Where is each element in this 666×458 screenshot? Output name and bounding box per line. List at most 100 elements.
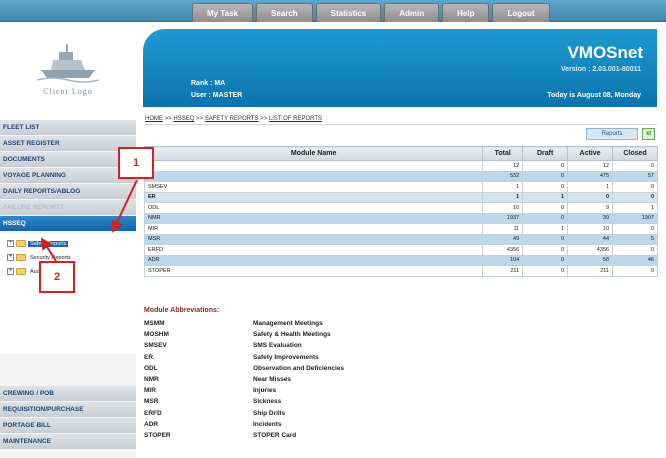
table-row[interactable]: ERFD 4356 0 4356 0 xyxy=(143,244,658,256)
table-row[interactable]: ODL 10 0 9 1 xyxy=(143,202,658,214)
sidebar-item-asset-register[interactable]: ASSET REGISTER xyxy=(0,136,136,151)
ship-icon xyxy=(36,44,100,83)
cell-name: NMR xyxy=(143,212,484,224)
sidebar-item-hsseq[interactable]: HSSEQ xyxy=(0,216,136,231)
cell-name: ADR xyxy=(143,254,484,266)
col-header-total[interactable]: Total xyxy=(482,146,524,161)
cell-name: SMSEV xyxy=(143,181,484,193)
cell-draft: 0 xyxy=(522,265,569,277)
cell-closed: 57 xyxy=(612,170,658,182)
table-row[interactable]: SMSEV 1 0 1 0 xyxy=(143,181,658,193)
annotation-callout-1: 1 xyxy=(118,147,154,179)
sidebar-item-crewing[interactable]: CREWING / POB xyxy=(0,386,136,401)
cell-active: 10 xyxy=(567,223,614,235)
table-row[interactable]: MSR 49 0 44 5 xyxy=(143,233,658,245)
top-nav: My Task Search Statistics Admin Help Log… xyxy=(192,3,550,22)
expand-icon[interactable]: + xyxy=(7,268,14,275)
sidebar-item-requisition[interactable]: REQUISITION/PURCHASE xyxy=(0,402,136,417)
cell-total: 4356 xyxy=(482,244,524,256)
tab-help[interactable]: Help xyxy=(442,3,490,22)
tree-node-safety-reports[interactable]: + Safety Reports xyxy=(7,238,69,249)
sidebar-item-portage-bill[interactable]: PORTAGE BILL xyxy=(0,418,136,433)
table-row[interactable]: STOPER 211 0 211 0 xyxy=(143,265,658,277)
table-row[interactable]: ADR 104 0 58 46 xyxy=(143,254,658,266)
tab-admin[interactable]: Admin xyxy=(384,3,440,22)
tab-search[interactable]: Search xyxy=(255,3,313,22)
sidebar-item-maintenance[interactable]: MAINTENANCE xyxy=(0,434,136,449)
cell-active: 12 xyxy=(567,160,614,172)
abbreviation-row: MOSHM Safety & Health Meetings xyxy=(144,329,444,340)
client-logo: Client Logo xyxy=(8,40,128,106)
cell-closed: 1907 xyxy=(612,212,658,224)
expand-icon[interactable]: + xyxy=(7,254,14,261)
cell-active: 475 xyxy=(567,170,614,182)
tab-my-task[interactable]: My Task xyxy=(192,3,253,22)
sidebar-item-voyage-planning[interactable]: VOYAGE PLANNING xyxy=(0,168,136,183)
cell-active: 58 xyxy=(567,254,614,266)
reports-table: Module Name Total Draft Active Closed 12… xyxy=(143,146,658,277)
abbreviation-code: ER xyxy=(144,353,154,361)
breadcrumb-home[interactable]: HOME xyxy=(145,116,163,122)
cell-closed: 0 xyxy=(612,160,658,172)
abbreviation-code: NMR xyxy=(144,376,159,384)
cell-name: M xyxy=(143,170,484,182)
cell-draft: 0 xyxy=(522,202,569,214)
abbreviation-code: MSR xyxy=(144,398,159,406)
breadcrumb-divider xyxy=(145,124,657,125)
abbreviation-code: ERFD xyxy=(144,409,162,417)
cell-closed: 46 xyxy=(612,254,658,266)
cell-draft: 0 xyxy=(522,160,569,172)
tab-statistics[interactable]: Statistics xyxy=(315,3,382,22)
abbreviation-row: STOPER STOPER Card xyxy=(144,430,444,441)
cell-name xyxy=(143,160,484,172)
cell-name: MIR xyxy=(143,223,484,235)
cell-total: 11 xyxy=(482,223,524,235)
excel-export-icon[interactable]: xl xyxy=(642,128,655,140)
table-header-row: Module Name Total Draft Active Closed xyxy=(143,146,658,161)
col-header-module[interactable]: Module Name xyxy=(143,146,484,161)
breadcrumb-safety-reports[interactable]: SAFETY REPORTS xyxy=(205,116,259,122)
sidebar-item-fleet-list[interactable]: FLEET LIST xyxy=(0,120,136,135)
col-header-active[interactable]: Active xyxy=(567,146,614,161)
cell-name: STOPER xyxy=(143,265,484,277)
col-header-closed[interactable]: Closed xyxy=(612,146,658,161)
cell-total: 532 xyxy=(482,170,524,182)
cell-total: 1 xyxy=(482,191,524,203)
abbreviation-row: MIR Injuries xyxy=(144,385,444,396)
cell-closed: 0 xyxy=(612,223,658,235)
breadcrumb-sep: >> xyxy=(196,116,204,122)
abbreviation-row: ADR Incidents xyxy=(144,419,444,430)
cell-name: MSR xyxy=(143,233,484,245)
abbreviation-desc: Safety Improvements xyxy=(253,353,319,361)
abbreviation-code: MSMM xyxy=(144,320,165,328)
abbreviation-row: MSMM Management Meetings xyxy=(144,318,444,329)
cell-draft: 0 xyxy=(522,170,569,182)
sidebar-item-daily-reports[interactable]: DAILY REPORTS/ABLOG xyxy=(0,184,136,199)
sidebar-item-documents[interactable]: DOCUMENTS xyxy=(0,152,136,167)
cell-closed: 5 xyxy=(612,233,658,245)
reports-button[interactable]: Reports xyxy=(586,128,638,140)
breadcrumb-sep: >> xyxy=(260,116,268,122)
breadcrumb-list-of-reports[interactable]: LIST OF REPORTS xyxy=(269,116,322,122)
table-row[interactable]: NMR 1937 0 30 1907 xyxy=(143,212,658,224)
cell-closed: 0 xyxy=(612,191,658,203)
breadcrumb-hsseq[interactable]: HSSEQ xyxy=(173,116,194,122)
abbreviation-code: SMSEV xyxy=(144,342,167,350)
sidebar-item-failure-reports[interactable]: FAILURE REPORTS xyxy=(0,200,136,215)
table-row[interactable]: MIR 11 1 10 0 xyxy=(143,223,658,235)
cell-total: 10 xyxy=(482,202,524,214)
tab-logout[interactable]: Logout xyxy=(492,3,550,22)
abbreviation-code: MIR xyxy=(144,387,156,395)
cell-total: 12 xyxy=(482,160,524,172)
expand-icon[interactable]: + xyxy=(7,240,14,247)
version-text: Version : 2.03.001-80011 xyxy=(560,66,641,73)
table-row[interactable]: 12 0 12 0 xyxy=(143,160,658,172)
cell-name: ERFD xyxy=(143,244,484,256)
table-row[interactable]: ER 1 1 0 0 xyxy=(143,191,658,203)
table-row[interactable]: M532047557 xyxy=(143,170,658,182)
abbreviation-row: ERFD Ship Drills xyxy=(144,408,444,419)
cell-draft: 0 xyxy=(522,254,569,266)
abbreviation-desc: Ship Drills xyxy=(253,409,286,417)
col-header-draft[interactable]: Draft xyxy=(522,146,569,161)
abbreviation-desc: Management Meetings xyxy=(253,320,323,328)
